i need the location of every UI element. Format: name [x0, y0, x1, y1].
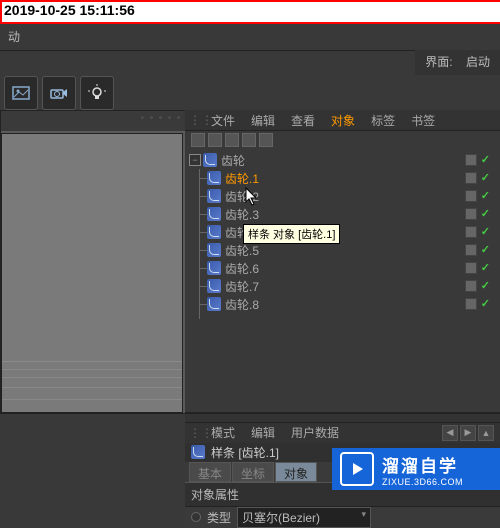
- watermark-url: ZIXUE.3D66.COM: [382, 477, 463, 487]
- menu-animation[interactable]: 动: [0, 24, 28, 49]
- tree-row[interactable]: 齿轮.2 ✓: [185, 187, 500, 205]
- om-tree[interactable]: − 齿轮 ✓ 齿轮.1 ✓ 齿轮.2 ✓ 齿轮.3 ✓: [185, 149, 500, 412]
- visibility-check-icon[interactable]: ✓: [481, 279, 490, 292]
- object-name[interactable]: 齿轮.5: [225, 242, 259, 259]
- tree-row[interactable]: 齿轮.1 ✓: [185, 169, 500, 187]
- light-button[interactable]: [80, 76, 114, 110]
- grip-icon[interactable]: ⋮⋮⋮: [189, 113, 199, 127]
- object-name[interactable]: 齿轮.3: [225, 206, 259, 223]
- spline-icon: [207, 225, 221, 239]
- spline-icon: [207, 171, 221, 185]
- om-menubar: ⋮⋮⋮ 文件 编辑 查看 对象 标签 书签: [185, 110, 500, 131]
- object-manager: ⋮⋮⋮ 文件 编辑 查看 对象 标签 书签 − 齿轮 ✓: [185, 110, 500, 412]
- tree-row[interactable]: 齿轮.7 ✓: [185, 277, 500, 295]
- attr-label-type: 类型: [207, 509, 231, 526]
- tree-row[interactable]: 齿轮.5 ✓: [185, 241, 500, 259]
- interface-bar: 界面: 启动: [415, 50, 500, 75]
- dropdown-value: 贝塞尔(Bezier): [242, 511, 320, 525]
- visibility-check-icon[interactable]: ✓: [481, 153, 490, 166]
- layer-tag-icon[interactable]: [465, 262, 477, 274]
- viewport[interactable]: ◦ ◦ ◦ ◦ ◦: [0, 110, 187, 414]
- keyframe-dot-icon[interactable]: [191, 512, 201, 522]
- spline-icon: [207, 189, 221, 203]
- nav-up-button[interactable]: ▲: [478, 425, 494, 441]
- render-settings-button[interactable]: [42, 76, 76, 110]
- om-filter-icon[interactable]: [225, 133, 239, 147]
- visibility-check-icon[interactable]: ✓: [481, 261, 490, 274]
- visibility-check-icon[interactable]: ✓: [481, 171, 490, 184]
- tab-object[interactable]: 对象: [275, 462, 317, 482]
- attr-menubar: ⋮⋮⋮ 模式 编辑 用户数据 ◀ ▶ ▲: [185, 423, 500, 443]
- spline-icon: [207, 297, 221, 311]
- tree-row[interactable]: 齿轮.8 ✓: [185, 295, 500, 313]
- layer-tag-icon[interactable]: [465, 208, 477, 220]
- om-filter-icon[interactable]: [242, 133, 256, 147]
- interface-value[interactable]: 启动: [466, 55, 490, 69]
- layer-tag-icon[interactable]: [465, 154, 477, 166]
- viewport-nav-dots[interactable]: ◦ ◦ ◦ ◦ ◦: [141, 113, 182, 122]
- attr-object-title: 样条 [齿轮.1]: [211, 444, 279, 461]
- visibility-check-icon[interactable]: ✓: [481, 189, 490, 202]
- grip-icon[interactable]: ⋮⋮⋮: [189, 426, 199, 440]
- viewport-canvas[interactable]: [1, 133, 183, 413]
- layer-tag-icon[interactable]: [465, 226, 477, 238]
- attr-menu-mode[interactable]: 模式: [203, 422, 243, 443]
- visibility-check-icon[interactable]: ✓: [481, 297, 490, 310]
- tree-row-root[interactable]: − 齿轮 ✓: [185, 151, 500, 169]
- tree-row[interactable]: 齿轮.6 ✓: [185, 259, 500, 277]
- interface-label: 界面:: [425, 55, 452, 69]
- object-name[interactable]: 齿轮: [221, 152, 245, 169]
- spline-icon: [191, 445, 205, 459]
- main-menu-bar: 动: [0, 24, 500, 51]
- object-name[interactable]: 齿轮.1: [225, 170, 259, 187]
- collapse-icon[interactable]: −: [189, 154, 201, 166]
- visibility-check-icon[interactable]: ✓: [481, 225, 490, 238]
- attr-row-type: 类型 贝塞尔(Bezier): [185, 507, 500, 528]
- visibility-check-icon[interactable]: ✓: [481, 207, 490, 220]
- om-filter-icon[interactable]: [191, 133, 205, 147]
- om-menu-tags[interactable]: 标签: [363, 110, 403, 131]
- om-filter-icon[interactable]: [259, 133, 273, 147]
- tab-basic[interactable]: 基本: [189, 462, 231, 482]
- timestamp: 2019-10-25 15:11:56: [4, 2, 135, 18]
- tree-row[interactable]: 齿轮.4 ✓: [185, 223, 500, 241]
- attr-menu-userdata[interactable]: 用户数据: [283, 422, 347, 443]
- visibility-check-icon[interactable]: ✓: [481, 243, 490, 256]
- spline-icon: [203, 153, 217, 167]
- layer-tag-icon[interactable]: [465, 298, 477, 310]
- om-menu-object[interactable]: 对象: [323, 110, 363, 131]
- type-dropdown[interactable]: 贝塞尔(Bezier): [237, 507, 371, 528]
- object-name[interactable]: 齿轮.8: [225, 296, 259, 313]
- spline-icon: [207, 243, 221, 257]
- nav-fwd-button[interactable]: ▶: [460, 425, 476, 441]
- om-menu-edit[interactable]: 编辑: [243, 110, 283, 131]
- watermark-title: 溜溜自学: [382, 452, 463, 477]
- tab-coord[interactable]: 坐标: [232, 462, 274, 482]
- layer-tag-icon[interactable]: [465, 190, 477, 202]
- timestamp-bar: 2019-10-25 15:11:56: [0, 0, 500, 24]
- om-menu-file[interactable]: 文件: [203, 110, 243, 131]
- layer-tag-icon[interactable]: [465, 280, 477, 292]
- spline-icon: [207, 207, 221, 221]
- play-icon: [340, 452, 374, 486]
- object-name[interactable]: 齿轮.6: [225, 260, 259, 277]
- object-name[interactable]: 齿轮.7: [225, 278, 259, 295]
- layer-tag-icon[interactable]: [465, 244, 477, 256]
- attr-menu-edit[interactable]: 编辑: [243, 422, 283, 443]
- layer-tag-icon[interactable]: [465, 172, 477, 184]
- tree-row[interactable]: 齿轮.3 ✓: [185, 205, 500, 223]
- object-name[interactable]: 齿轮.2: [225, 188, 259, 205]
- nav-back-button[interactable]: ◀: [442, 425, 458, 441]
- render-picture-button[interactable]: [4, 76, 38, 110]
- om-icon-bar: [185, 131, 500, 149]
- tooltip: 样条 对象 [齿轮.1]: [243, 224, 340, 244]
- spline-icon: [207, 279, 221, 293]
- viewport-header: ◦ ◦ ◦ ◦ ◦: [1, 111, 186, 131]
- om-menu-view[interactable]: 查看: [283, 110, 323, 131]
- spline-icon: [207, 261, 221, 275]
- om-filter-icon[interactable]: [208, 133, 222, 147]
- om-menu-bookmarks[interactable]: 书签: [403, 110, 443, 131]
- watermark: 溜溜自学 ZIXUE.3D66.COM: [332, 448, 500, 490]
- tooltip-text: 样条 对象 [齿轮.1]: [248, 229, 335, 241]
